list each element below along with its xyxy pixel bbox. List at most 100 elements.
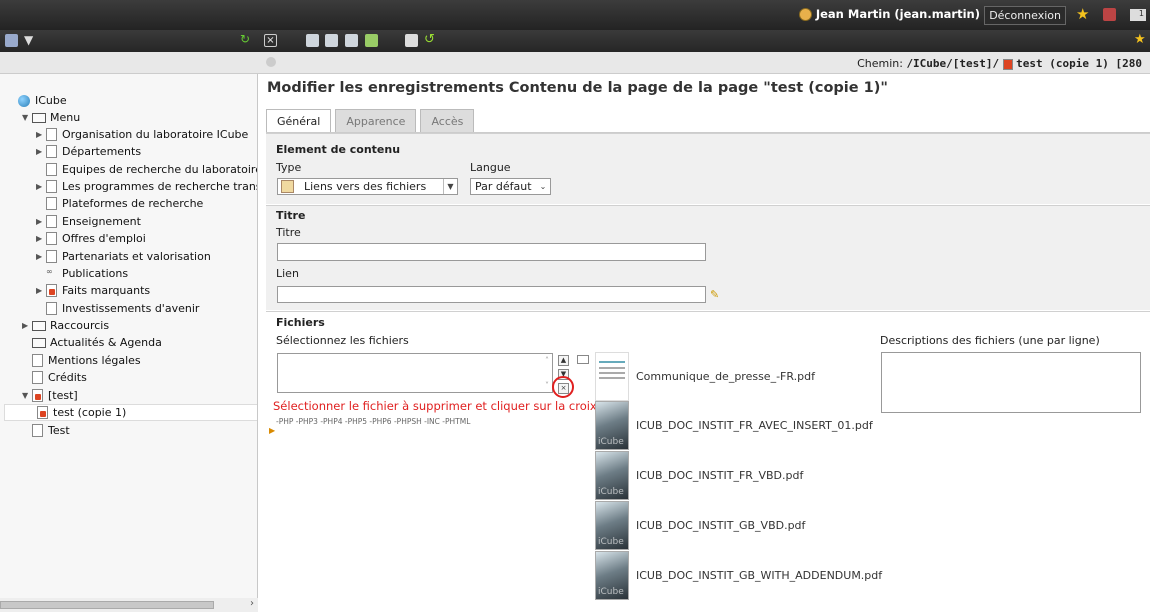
tree-item[interactable]: ▶ Les programmes de recherche transve <box>36 178 258 195</box>
language-select[interactable]: Par défaut ⌄ <box>470 178 551 195</box>
expand-icon[interactable]: ▶ <box>36 252 44 261</box>
bookmark-icon[interactable]: ★ <box>1134 32 1147 47</box>
tree-header <box>0 52 258 74</box>
tree-label: Départements <box>62 145 142 158</box>
scroll-up-icon[interactable]: ˄ <box>545 356 549 365</box>
tree-test-folder[interactable]: ▼ [test] <box>22 387 78 404</box>
tree-menu[interactable]: ▼ Menu <box>22 109 80 126</box>
tree-item[interactable]: Investissements d'avenir <box>36 300 199 317</box>
expand-icon[interactable]: ▶ <box>36 182 44 191</box>
tree-credits[interactable]: Crédits <box>22 369 87 386</box>
filter-icon[interactable]: ▼ <box>24 33 37 47</box>
tree-item[interactable]: ∞ Publications <box>36 265 128 282</box>
folder-icon <box>32 337 46 348</box>
file-links-icon <box>281 180 294 193</box>
save-view-icon[interactable] <box>325 34 338 47</box>
path-value: /ICube/[test]/ <box>906 57 1000 70</box>
tree-scrollbar[interactable]: › <box>0 598 258 612</box>
tree-item[interactable]: ▶ Organisation du laboratoire ICube <box>36 126 248 143</box>
section-title-block: Titre Titre Lien ✎ <box>266 205 1150 310</box>
expand-icon[interactable]: ▼ <box>22 113 30 122</box>
scroll-right-icon[interactable]: › <box>250 598 254 609</box>
move-up-icon[interactable]: ▲ <box>558 355 569 366</box>
folder-icon <box>32 112 46 123</box>
breadcrumb: Chemin: /ICube/[test]/ test (copie 1) [2… <box>857 57 1142 70</box>
descriptions-textarea[interactable] <box>881 352 1141 413</box>
lien-label: Lien <box>276 267 299 280</box>
file-thumbnail: iCube <box>595 451 629 500</box>
expand-icon[interactable]: ▶ <box>36 217 44 226</box>
tree-selected-page[interactable]: test (copie 1) <box>4 404 257 421</box>
tree-actualites[interactable]: Actualités & Agenda <box>22 334 162 351</box>
file-item[interactable]: iCube ICUB_DOC_INSTIT_GB_WITH_ADDENDUM.p… <box>595 551 882 600</box>
file-item[interactable]: iCube ICUB_DOC_INSTIT_FR_VBD.pdf <box>595 451 803 500</box>
star-icon[interactable]: ★ <box>1076 5 1091 23</box>
print-icon[interactable] <box>1103 8 1116 21</box>
undo-icon[interactable]: ↺ <box>424 32 437 47</box>
tree-item[interactable]: Plateformes de recherche <box>36 195 203 212</box>
page-icon <box>46 215 57 228</box>
new-page-icon[interactable] <box>5 34 18 47</box>
thumbnail-text: iCube <box>598 487 624 497</box>
file-name: ICUB_DOC_INSTIT_FR_VBD.pdf <box>636 469 804 482</box>
page-icon <box>46 250 57 263</box>
file-thumbnail: iCube <box>595 501 629 550</box>
tree-mentions[interactable]: Mentions légales <box>22 352 141 369</box>
tree-label: Offres d'emploi <box>62 232 146 245</box>
tree-test[interactable]: Test <box>22 422 70 439</box>
file-item[interactable]: Communique_de_presse_-FR.pdf <box>595 352 815 401</box>
tree-item[interactable]: ▶ Offres d'emploi <box>36 230 146 247</box>
thumbnail-text: iCube <box>598 587 624 597</box>
tree-item[interactable]: ▶ Enseignement <box>36 213 141 230</box>
expand-icon[interactable]: ▶ <box>36 286 44 295</box>
link-wizard-icon[interactable]: ✎ <box>710 288 719 301</box>
select-files-label: Sélectionnez les fichiers <box>276 334 409 347</box>
tree-item[interactable]: ▶ Départements <box>36 143 141 160</box>
file-name: Communique_de_presse_-FR.pdf <box>636 370 815 383</box>
browse-folder-icon[interactable] <box>577 355 589 364</box>
delete-icon[interactable] <box>405 34 418 47</box>
link-icon: ∞ <box>46 267 53 276</box>
disallowed-extensions: -PHP -PHP3 -PHP4 -PHP5 -PHP6 -PHPSH -INC… <box>276 417 471 426</box>
logout-button[interactable]: Déconnexion <box>984 6 1066 25</box>
files-list-box[interactable]: ˄ ˅ <box>277 353 553 393</box>
page-title: Modifier les enregistrements Contenu de … <box>267 80 888 96</box>
page-tree: ICube ▼ Menu ▶ Organisation du laboratoire… <box>0 74 258 602</box>
page-icon <box>32 424 43 437</box>
expand-icon[interactable]: ▼ <box>22 391 30 400</box>
notification-badge[interactable]: 1 <box>1130 9 1146 21</box>
type-value: Liens vers des fichiers <box>304 180 427 193</box>
tree-item[interactable]: Equipes de recherche du laboratoire IC <box>36 161 257 178</box>
expand-icon[interactable]: ▶ <box>22 321 30 330</box>
tab-general[interactable]: Général <box>266 109 332 133</box>
expand-icon[interactable]: ▶ <box>36 130 44 139</box>
tab-apparence[interactable]: Apparence <box>335 109 417 133</box>
scroll-down-icon[interactable]: ˅ <box>545 381 549 390</box>
descriptions-label: Descriptions des fichiers (une par ligne… <box>880 334 1100 347</box>
close-icon[interactable]: × <box>264 34 277 47</box>
file-item[interactable]: iCube ICUB_DOC_INSTIT_GB_VBD.pdf <box>595 501 805 550</box>
tree-label: Investissements d'avenir <box>62 302 200 315</box>
file-thumbnail <box>595 352 629 401</box>
tree-label: Les programmes de recherche transve <box>62 180 258 193</box>
tree-label: [test] <box>48 389 78 402</box>
lien-input[interactable] <box>277 286 706 303</box>
refresh-icon[interactable]: ↻ <box>240 32 253 46</box>
tree-item[interactable]: ▶ Faits marquants <box>36 282 150 299</box>
collapse-icon[interactable] <box>266 57 276 67</box>
titre-input[interactable] <box>277 243 706 261</box>
file-item[interactable]: iCube ICUB_DOC_INSTIT_FR_AVEC_INSERT_01.… <box>595 401 873 450</box>
type-select[interactable]: Liens vers des fichiers ▼ <box>277 178 458 195</box>
expand-icon[interactable]: ▶ <box>36 234 44 243</box>
tree-root[interactable]: ICube <box>18 92 67 109</box>
save-close-icon[interactable] <box>365 34 378 47</box>
scrollbar-thumb[interactable] <box>0 601 214 609</box>
tab-acces[interactable]: Accès <box>420 109 475 133</box>
file-name: ICUB_DOC_INSTIT_GB_WITH_ADDENDUM.pdf <box>636 569 883 582</box>
tree-raccourcis[interactable]: ▶ Raccourcis <box>22 317 109 334</box>
save-new-icon[interactable] <box>345 34 358 47</box>
expand-icon[interactable]: ▶ <box>36 147 44 156</box>
tree-item[interactable]: ▶ Partenariats et valorisation <box>36 248 211 265</box>
save-icon[interactable] <box>306 34 319 47</box>
thumbnail-text: iCube <box>598 537 624 547</box>
